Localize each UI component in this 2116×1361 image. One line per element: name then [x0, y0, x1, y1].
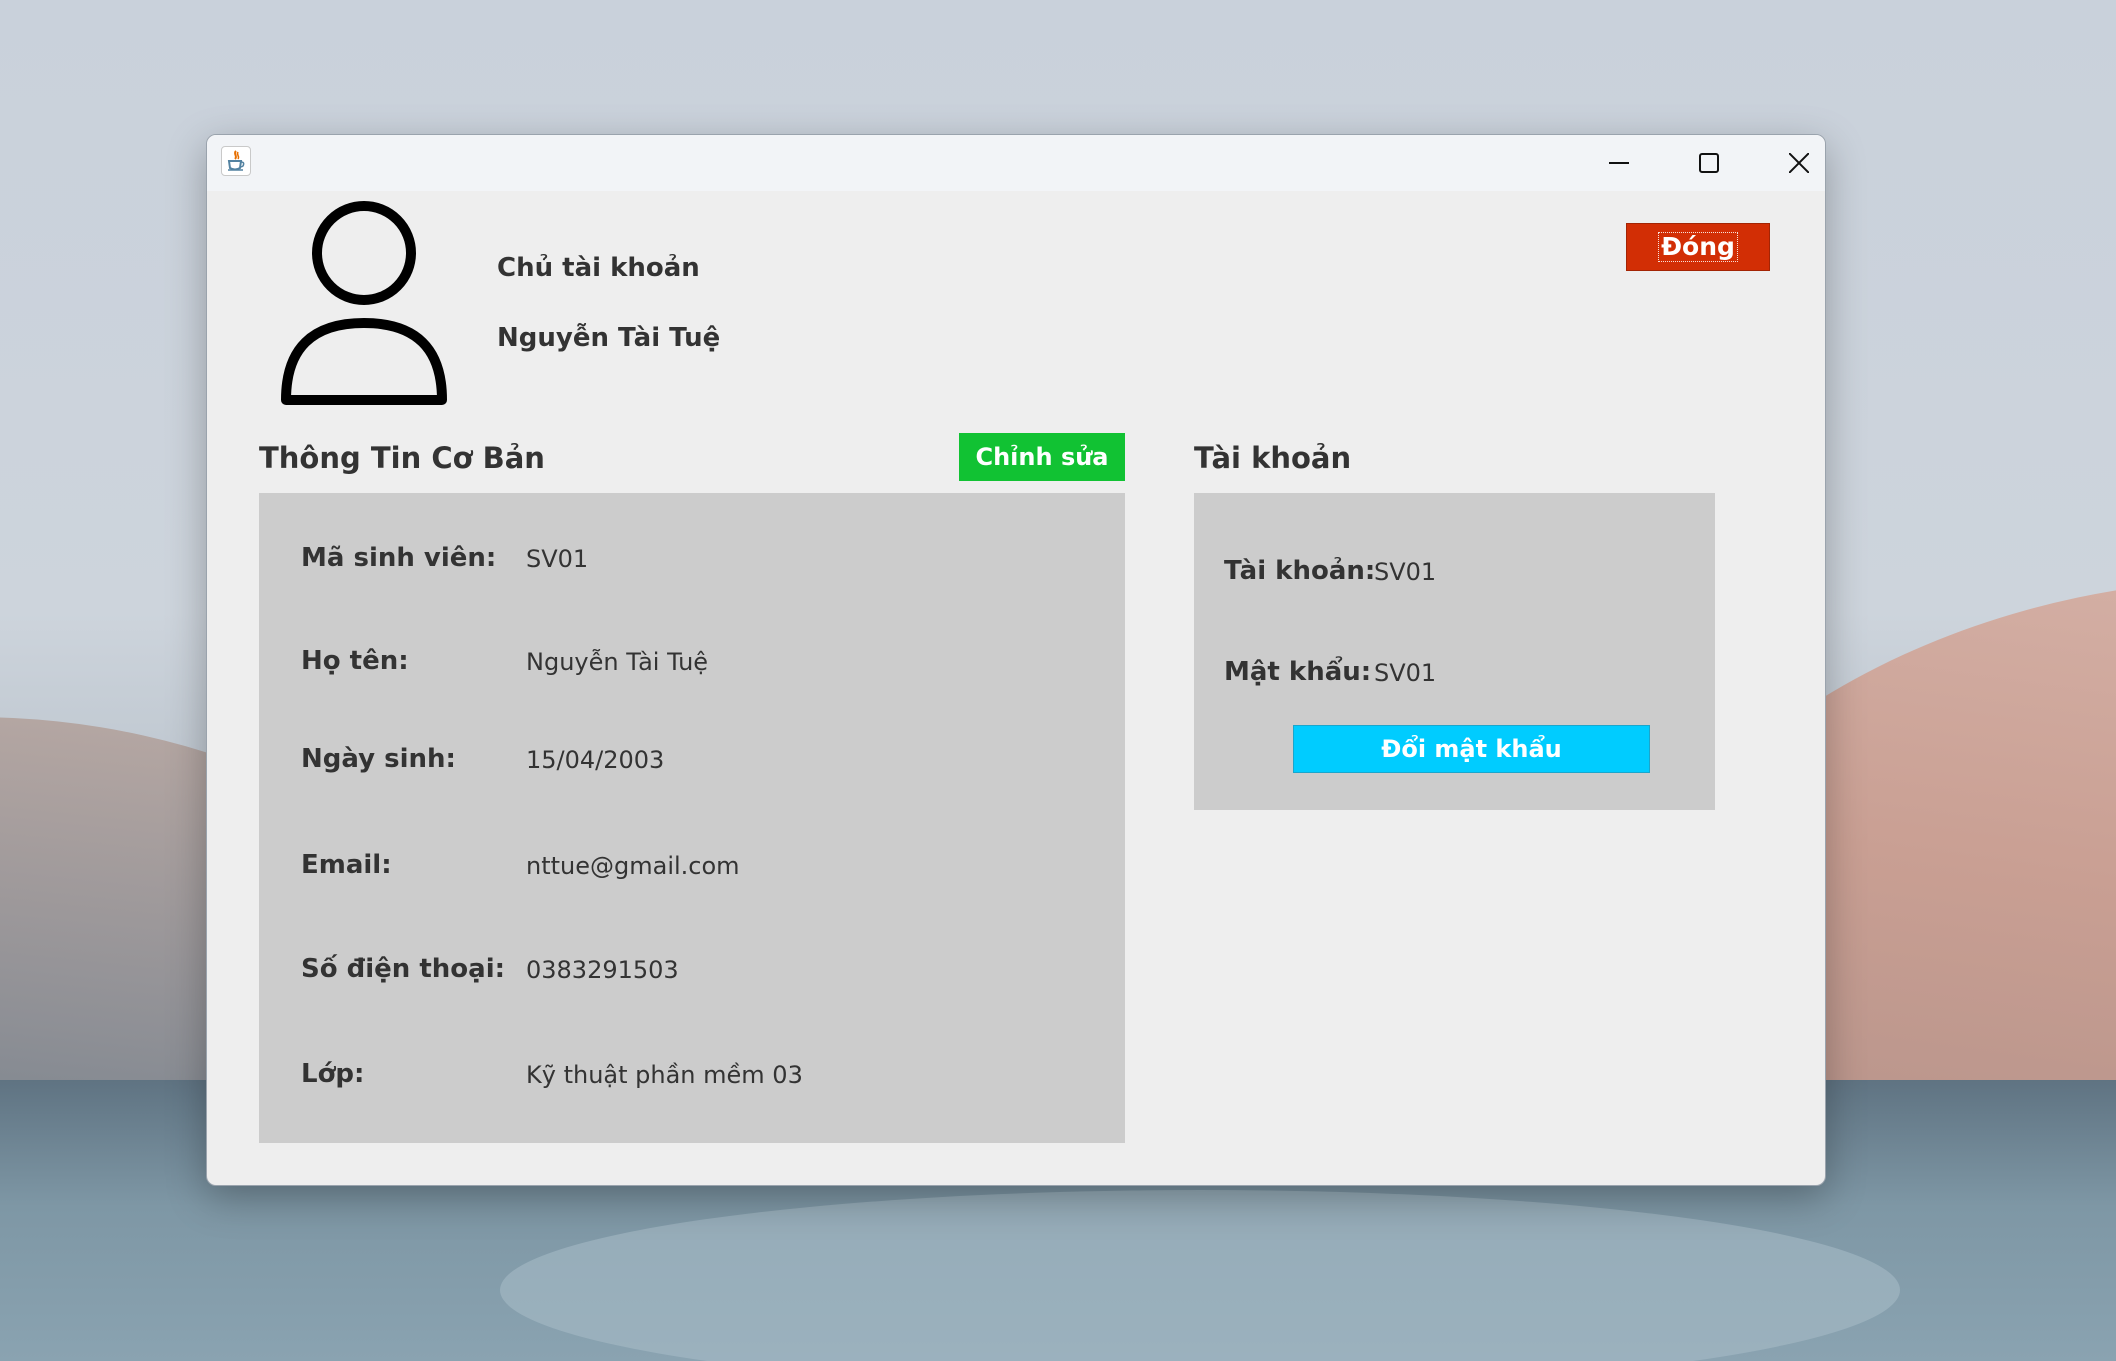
minimize-button[interactable]: [1575, 135, 1663, 191]
basic-info-panel: Mã sinh viên: SV01 Họ tên: Nguyễn Tài Tu…: [259, 493, 1125, 1143]
phone-label: Số điện thoại:: [301, 954, 506, 984]
owner-name: Nguyễn Tài Tuệ: [497, 323, 721, 353]
username-label: Tài khoản:: [1224, 556, 1376, 586]
birth-date-label: Ngày sinh:: [301, 744, 456, 774]
basic-info-title: Thông Tin Cơ Bản: [259, 441, 545, 475]
owner-caption: Chủ tài khoản: [497, 253, 700, 283]
phone-value: 0383291503: [526, 956, 679, 984]
email-label: Email:: [301, 850, 392, 880]
class-value: Kỹ thuật phần mềm 03: [526, 1061, 803, 1089]
email-value: nttue@gmail.com: [526, 852, 740, 880]
close-icon: [1789, 153, 1809, 173]
maximize-icon: [1699, 153, 1719, 173]
title-bar[interactable]: [207, 135, 1825, 191]
account-panel: Tài khoản: SV01 Mật khẩu: SV01 Đổi mật k…: [1194, 493, 1715, 810]
java-coffee-cup-icon[interactable]: [221, 146, 251, 176]
student-id-value: SV01: [526, 545, 589, 573]
full-name-label: Họ tên:: [301, 646, 409, 676]
account-info-window: Chủ tài khoản Nguyễn Tài Tuệ Đóng Thông …: [206, 134, 1826, 1186]
student-id-label: Mã sinh viên:: [301, 543, 497, 573]
close-dialog-button-label: Đóng: [1658, 232, 1738, 262]
change-password-button[interactable]: Đổi mật khẩu: [1293, 725, 1650, 773]
edit-button[interactable]: Chỉnh sửa: [959, 433, 1125, 481]
window-close-button[interactable]: [1755, 135, 1825, 191]
password-value: SV01: [1374, 659, 1437, 687]
close-dialog-button[interactable]: Đóng: [1626, 223, 1770, 271]
user-avatar-icon: [281, 201, 447, 405]
password-label: Mật khẩu:: [1224, 657, 1372, 687]
minimize-icon: [1609, 162, 1629, 164]
class-label: Lớp:: [301, 1059, 365, 1089]
account-title: Tài khoản: [1194, 441, 1352, 475]
maximize-button[interactable]: [1665, 135, 1753, 191]
birth-date-value: 15/04/2003: [526, 746, 665, 774]
username-value: SV01: [1374, 558, 1437, 586]
full-name-value: Nguyễn Tài Tuệ: [526, 648, 709, 676]
